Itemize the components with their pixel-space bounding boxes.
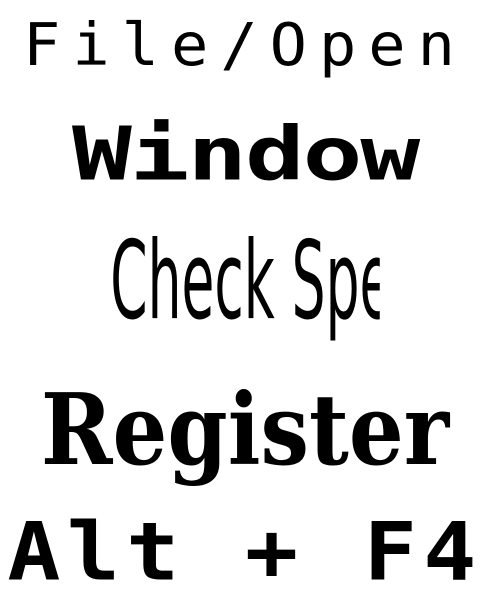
specimen-register: Register — [40, 382, 450, 488]
specimen-check-spelling: Check Spelling... — [110, 228, 380, 344]
specimen-alt-f4: Alt + F4 — [7, 512, 483, 590]
specimen-window: Window — [72, 118, 420, 190]
specimen-file-open: File/Open — [23, 15, 467, 80]
font-specimen-sheet: { "specimens": [ {"text": "File/Open"}, … — [0, 0, 490, 600]
